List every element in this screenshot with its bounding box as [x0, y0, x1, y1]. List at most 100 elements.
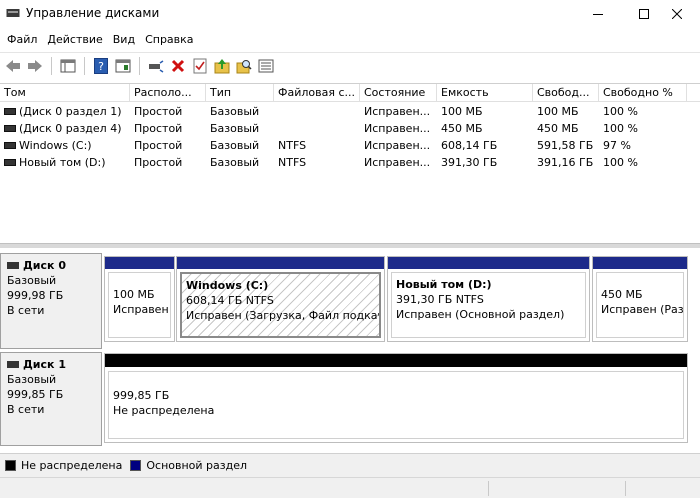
- free-percent-cell: 97 %: [603, 139, 631, 152]
- show-tree-icon: [60, 59, 76, 72]
- close-icon: [672, 9, 682, 19]
- disk-1-label[interactable]: Диск 1 Базовый 999,85 ГБ В сети: [0, 352, 102, 446]
- maximize-icon: [639, 9, 649, 19]
- delete-button[interactable]: [167, 55, 189, 77]
- column-header-layout[interactable]: Располо...: [130, 84, 206, 102]
- back-icon: [6, 59, 20, 72]
- free-percent-cell: 100 %: [603, 122, 638, 135]
- partition-disk0-4[interactable]: 450 МБ Исправен (Раз: [592, 256, 688, 342]
- volume-row[interactable]: (Диск 0 раздел 4) Простой Базовый Исправ…: [0, 120, 700, 137]
- partition-windows-c[interactable]: Windows (C:) 608,14 ГБ NTFS Исправен (За…: [176, 256, 385, 342]
- capacity-cell: 391,30 ГБ: [441, 156, 498, 169]
- type-cell: Базовый: [210, 156, 260, 169]
- disk-icon: [7, 261, 19, 269]
- close-button[interactable]: [654, 0, 700, 28]
- partition-size: 100 МБ: [113, 288, 155, 301]
- primary-partition-bar: [177, 257, 384, 269]
- disk-type: Базовый: [7, 274, 57, 287]
- column-header-free[interactable]: Свобод...: [533, 84, 599, 102]
- free-cell: 591,58 ГБ: [537, 139, 594, 152]
- volume-icon: [4, 141, 16, 149]
- column-header-free-percent[interactable]: Свободно %: [599, 84, 687, 102]
- filesystem-cell: [274, 120, 360, 137]
- volume-name-cell: Windows (C:): [0, 137, 130, 154]
- disk-state: В сети: [7, 304, 45, 317]
- status-divider: [625, 481, 626, 496]
- legend: Не распределена Основной раздел: [0, 453, 700, 477]
- type-cell: Базовый: [210, 122, 260, 135]
- filesystem-cell: NTFS: [278, 156, 307, 169]
- unallocated-disk1[interactable]: 999,85 ГБ Не распределена: [104, 353, 688, 443]
- show-tree-button[interactable]: [57, 55, 79, 77]
- volume-name-cell: Новый том (D:): [0, 154, 130, 171]
- layout-cell: Простой: [134, 139, 183, 152]
- partition-status: Исправен: [113, 303, 169, 316]
- volume-row[interactable]: Windows (C:) Простой Базовый NTFS Исправ…: [0, 137, 700, 154]
- volume-row[interactable]: (Диск 0 раздел 1) Простой Базовый Исправ…: [0, 103, 700, 120]
- volume-list-header: Том Располо... Тип Файловая с... Состоян…: [0, 84, 700, 102]
- primary-partition-bar: [593, 257, 687, 269]
- capacity-cell: 450 МБ: [441, 122, 483, 135]
- filesystem-cell: NTFS: [278, 139, 307, 152]
- column-header-volume[interactable]: Том: [0, 84, 130, 102]
- svg-text:?: ?: [98, 60, 104, 73]
- disk-icon: [7, 360, 19, 368]
- partition-size: 999,85 ГБ: [113, 389, 170, 402]
- minimize-button[interactable]: [575, 0, 621, 28]
- partition-details: 999,85 ГБ Не распределена: [108, 371, 684, 439]
- primary-partition-bar: [105, 257, 174, 269]
- forward-button[interactable]: [24, 55, 46, 77]
- menu-view[interactable]: Вид: [108, 30, 140, 50]
- menu-action[interactable]: Действие: [42, 30, 107, 50]
- disk-type: Базовый: [7, 373, 57, 386]
- check-button[interactable]: [189, 55, 211, 77]
- window-title: Управление дисками: [26, 6, 160, 20]
- properties-button[interactable]: [112, 55, 134, 77]
- free-percent-cell: 100 %: [603, 156, 638, 169]
- primary-partition-bar: [388, 257, 589, 269]
- volume-icon: [4, 158, 16, 166]
- volume-icon: [4, 107, 16, 115]
- free-cell: 450 МБ: [537, 122, 579, 135]
- list-view-button[interactable]: [255, 55, 277, 77]
- free-cell: 391,16 ГБ: [537, 156, 594, 169]
- status-cell: Исправен...: [364, 122, 431, 135]
- capacity-cell: 100 МБ: [441, 105, 483, 118]
- legend-primary: Основной раздел: [130, 459, 247, 472]
- status-cell: Исправен...: [364, 156, 431, 169]
- check-icon: [193, 58, 207, 73]
- volume-row[interactable]: Новый том (D:) Простой Базовый NTFS Испр…: [0, 154, 700, 171]
- toolbar-separator: [51, 56, 52, 75]
- type-cell: Базовый: [210, 139, 260, 152]
- unallocated-bar: [105, 354, 687, 367]
- menu-file[interactable]: Файл: [2, 30, 42, 50]
- column-header-capacity[interactable]: Емкость: [437, 84, 533, 102]
- status-divider: [488, 481, 489, 496]
- partition-disk0-1[interactable]: 100 МБ Исправен: [104, 256, 175, 342]
- search-folder-button[interactable]: [233, 55, 255, 77]
- minimize-icon: [593, 14, 603, 15]
- back-button[interactable]: [2, 55, 24, 77]
- partition-size: 391,30 ГБ NTFS: [396, 293, 484, 306]
- help-button[interactable]: ?: [90, 55, 112, 77]
- menu-bar: Файл Действие Вид Справка: [0, 30, 700, 50]
- disk-size: 999,98 ГБ: [7, 289, 64, 302]
- volume-name-cell: (Диск 0 раздел 4): [0, 120, 130, 137]
- list-view-icon: [258, 59, 274, 72]
- layout-cell: Простой: [134, 156, 183, 169]
- partition-new-volume-d[interactable]: Новый том (D:) 391,30 ГБ NTFS Исправен (…: [387, 256, 590, 342]
- partition-details: 450 МБ Исправен (Раз: [596, 272, 684, 338]
- partition-title: Windows (C:): [186, 279, 269, 292]
- status-cell: Исправен...: [364, 105, 431, 118]
- column-header-type[interactable]: Тип: [206, 84, 274, 102]
- disk-map: Диск 0 Базовый 999,98 ГБ В сети 100 МБ И…: [0, 248, 700, 453]
- menu-help[interactable]: Справка: [140, 30, 198, 50]
- disk-management-icon: [6, 9, 20, 17]
- column-header-status[interactable]: Состояние: [360, 84, 437, 102]
- disk-0-label[interactable]: Диск 0 Базовый 999,98 ГБ В сети: [0, 253, 102, 349]
- help-icon: ?: [94, 57, 108, 74]
- column-header-filesystem[interactable]: Файловая с...: [274, 84, 360, 102]
- connect-disk-button[interactable]: [145, 55, 167, 77]
- free-percent-cell: 100 %: [603, 105, 638, 118]
- up-folder-button[interactable]: [211, 55, 233, 77]
